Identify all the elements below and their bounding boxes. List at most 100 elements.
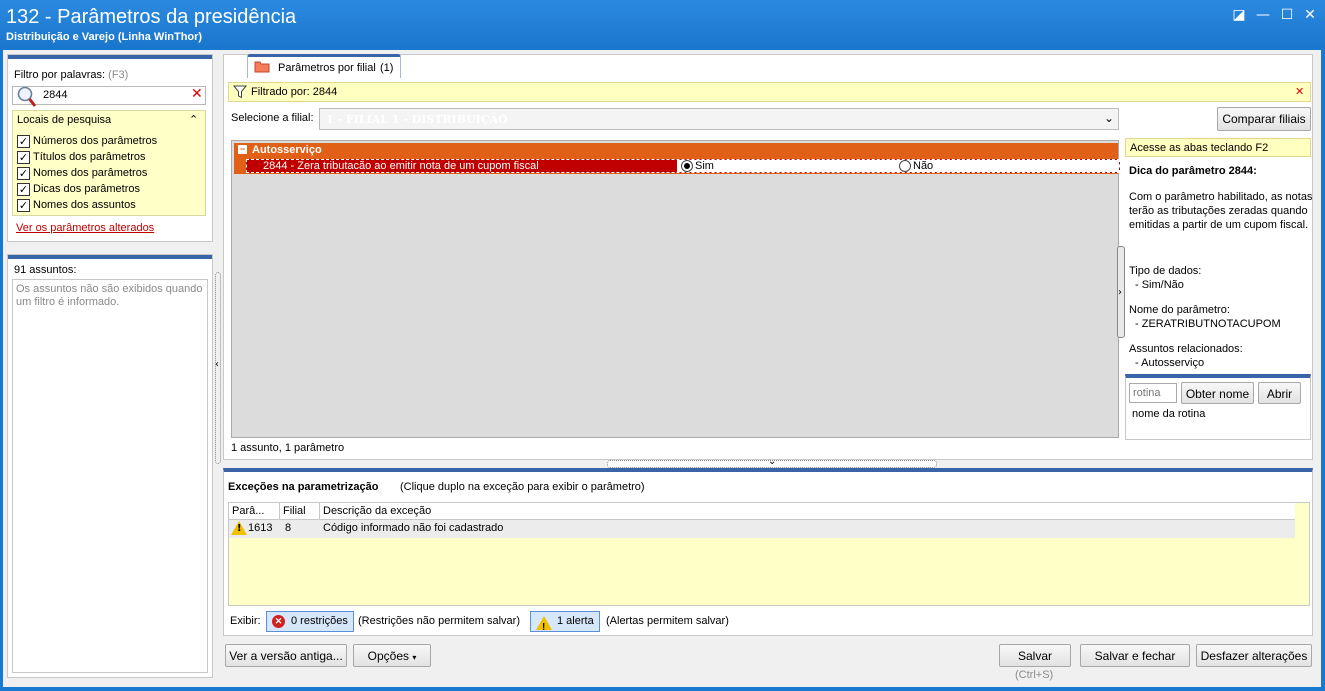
dropdown-arrow-icon: ▾ xyxy=(412,653,417,662)
subjects-panel: 91 assuntos: Os assuntos não são exibido… xyxy=(7,254,213,678)
tab-parameters-by-branch[interactable]: Parâmetros por filial (1) xyxy=(247,54,401,78)
hint-title: Dica do parâmetro 2844: xyxy=(1129,165,1257,177)
alerts-note: (Alertas permitem salvar) xyxy=(606,615,729,627)
funnel-icon xyxy=(233,85,247,99)
checkbox-param-tips[interactable]: ✓ xyxy=(17,183,30,196)
clear-filter-icon[interactable]: ✕ xyxy=(1295,85,1304,98)
group-name: Autosserviço xyxy=(252,144,322,156)
row-param: 1613 xyxy=(248,522,273,534)
filter-panel: Filtro por palavras: (F3) 2844 ✕ Locais … xyxy=(7,54,213,242)
param-row-2844[interactable]: 2844 - Zera tributacão ao emitir nota de… xyxy=(234,158,1120,174)
branch-value: 1 - FILIAL 1 - DISTRIBUIÇÃO xyxy=(326,113,508,126)
data-type-value: - Sim/Não xyxy=(1135,279,1184,291)
column-divider xyxy=(279,503,280,520)
open-button[interactable]: Abrir xyxy=(1258,382,1301,404)
checkbox-subject-names[interactable]: ✓ xyxy=(17,199,30,212)
radio-no[interactable] xyxy=(899,160,911,172)
tab-tip-box: Acesse as abas teclando F2 xyxy=(1125,138,1311,157)
select-branch-label: Selecione a filial: xyxy=(231,112,314,124)
search-value: 2844 xyxy=(43,89,68,101)
checkbox-param-titles[interactable]: ✓ xyxy=(17,151,30,164)
compare-branches-button[interactable]: Comparar filiais xyxy=(1217,107,1311,131)
param-name-label: Nome do parâmetro: xyxy=(1129,304,1230,316)
save-and-close-button[interactable]: Salvar e fechar xyxy=(1080,644,1190,667)
hint-panel: Acesse as abas teclando F2 Dica do parâm… xyxy=(1125,138,1313,440)
subjects-count: 91 assuntos: xyxy=(14,264,77,276)
param-value-cell: Sim Não xyxy=(677,160,1119,172)
param-name-value: - ZERATRIBUTNOTACUPOM xyxy=(1135,318,1281,330)
restrictions-note: (Restrições não permitem salvar) xyxy=(358,615,520,627)
alerts-label: 1 alerta xyxy=(557,615,594,627)
horizontal-splitter[interactable]: ⌄ xyxy=(607,456,937,468)
window-subtitle: Distribuição e Varejo (Linha WinThor) xyxy=(6,31,203,43)
row-description: Código informado não foi cadastrado xyxy=(323,522,504,534)
exceptions-header: Parâ... Filial Descrição da exceção xyxy=(229,503,1295,520)
filter-status-bar: Filtrado por: 2844 ✕ xyxy=(228,82,1311,102)
filter-shortcut: (F3) xyxy=(108,69,129,81)
restore-layout-icon[interactable]: ◪ xyxy=(1229,6,1249,24)
subjects-list[interactable]: Os assuntos não são exibidos quando um f… xyxy=(12,279,208,673)
undo-changes-button[interactable]: Desfazer alterações xyxy=(1196,644,1312,667)
table-row[interactable]: ! 1613 8 Código informado não foi cadast… xyxy=(229,520,1295,538)
restrictions-button[interactable]: ✕ 0 restrições xyxy=(266,611,354,632)
column-header[interactable]: Descrição da exceção xyxy=(323,505,431,517)
group-row-autosservico[interactable]: − Autosserviço xyxy=(234,143,1118,158)
get-name-button[interactable]: Obter nome xyxy=(1181,382,1254,404)
magnifier-icon xyxy=(17,86,37,107)
checkbox-param-numbers[interactable]: ✓ xyxy=(17,135,30,148)
panel-accent-bar xyxy=(8,55,212,59)
tab-label: Parâmetros por filial xyxy=(278,62,376,74)
filter-label: Filtro por palavras: (F3) xyxy=(14,69,128,81)
radio-yes[interactable] xyxy=(681,160,693,172)
rotina-input[interactable] xyxy=(1129,383,1177,403)
vertical-splitter[interactable]: ‹ xyxy=(215,272,221,464)
close-button[interactable]: ✕ xyxy=(1300,6,1320,24)
exceptions-hint: (Clique duplo na exceção para exibir o p… xyxy=(400,481,645,493)
chevron-down-icon[interactable]: ⌄ xyxy=(1104,111,1114,125)
collapse-group-icon[interactable]: − xyxy=(238,145,247,154)
search-locations-panel: Locais de pesquisa ⌃ ✓ Números dos parâm… xyxy=(12,110,206,216)
hint-description: Com o parâmetro habilitado, as notas ter… xyxy=(1129,191,1313,231)
rotina-box: Obter nome Abrir nome da rotina xyxy=(1125,374,1311,440)
warning-icon: ! xyxy=(231,521,247,535)
restrictions-label: 0 restrições xyxy=(291,615,348,627)
checkbox-label: Nomes dos parâmetros xyxy=(33,167,148,179)
subjects-note: Os assuntos não são exibidos quando um f… xyxy=(16,283,203,308)
save-button[interactable]: Salvar xyxy=(999,644,1071,667)
hint-panel-handle[interactable]: › xyxy=(1117,246,1125,338)
clear-search-icon[interactable]: ✕ xyxy=(191,86,203,102)
filtered-by-text: Filtrado por: 2844 xyxy=(251,86,338,98)
panel-accent-bar xyxy=(8,255,212,259)
param-row-selection: 2844 - Zera tributacão ao emitir nota de… xyxy=(246,159,1120,173)
exceptions-table: Parâ... Filial Descrição da exceção ! 16… xyxy=(228,502,1310,606)
radio-yes-label: Sim xyxy=(695,160,714,172)
filter-label-text: Filtro por palavras: xyxy=(14,69,106,81)
data-type-label: Tipo de dados: xyxy=(1129,265,1202,277)
collapse-left-icon[interactable]: ‹ xyxy=(215,359,219,370)
column-header[interactable]: Parâ... xyxy=(232,505,264,517)
checkbox-label: Nomes dos assuntos xyxy=(33,199,136,211)
exceptions-panel: Exceções na parametrização (Clique duplo… xyxy=(223,468,1313,636)
changed-params-link[interactable]: Ver os parâmetros alterados xyxy=(16,222,154,234)
search-input[interactable]: 2844 ✕ xyxy=(12,86,206,107)
old-version-button[interactable]: Ver a versão antiga... xyxy=(225,644,347,667)
maximize-button[interactable]: ☐ xyxy=(1277,6,1297,24)
checkbox-param-names[interactable]: ✓ xyxy=(17,167,30,180)
collapse-down-icon[interactable]: ⌄ xyxy=(768,456,776,467)
rotina-name: nome da rotina xyxy=(1132,408,1206,420)
minimize-button[interactable]: — xyxy=(1253,6,1273,24)
checkbox-label: Dicas dos parâmetros xyxy=(33,183,140,195)
expand-right-icon[interactable]: › xyxy=(1118,287,1122,298)
collapse-chevron-icon[interactable]: ⌃ xyxy=(189,113,198,126)
save-shortcut: (Ctrl+S) xyxy=(1015,669,1054,681)
grid-summary: 1 assunto, 1 parâmetro xyxy=(231,442,345,454)
tab-tip-text: Acesse as abas teclando F2 xyxy=(1130,142,1269,154)
checkbox-label: Números dos parâmetros xyxy=(33,135,158,147)
row-filial: 8 xyxy=(285,522,292,534)
branch-select[interactable]: 1 - FILIAL 1 - DISTRIBUIÇÃO ⌄ xyxy=(319,108,1119,130)
options-button[interactable]: Opções ▾ xyxy=(353,644,431,667)
options-label: Opções xyxy=(367,649,409,663)
window-title: 132 - Parâmetros da presidência xyxy=(6,6,297,28)
alerts-button[interactable]: ! 1 alerta xyxy=(530,611,600,633)
column-header[interactable]: Filial xyxy=(283,505,306,517)
